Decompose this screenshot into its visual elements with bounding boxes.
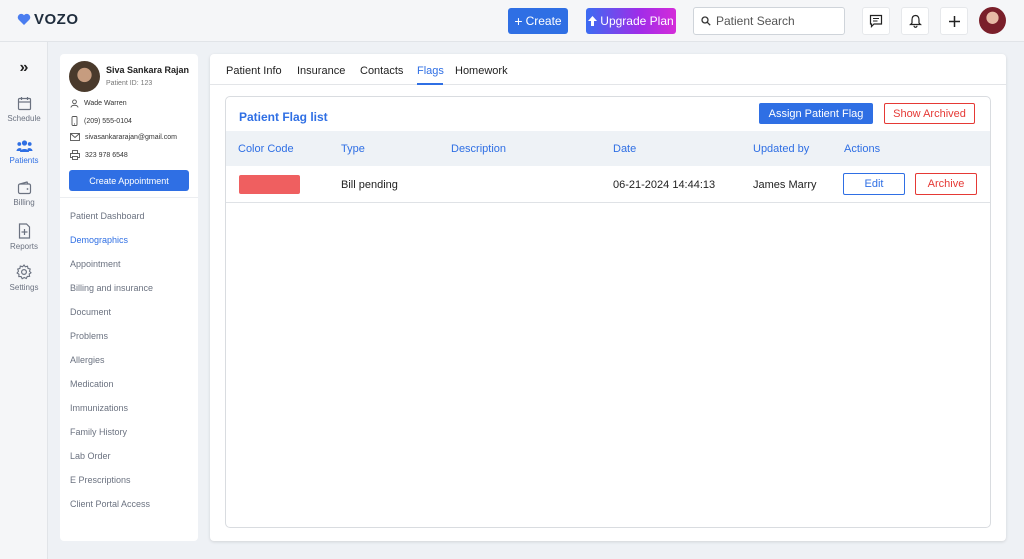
mail-icon [70,133,80,141]
patient-search-box[interactable] [693,7,845,35]
create-appointment-button[interactable]: Create Appointment [69,170,189,191]
app-logo[interactable]: VOZO [17,11,79,28]
patient-id: Patient ID: 123 [106,80,153,87]
plus-icon: + [514,13,523,29]
top-bar: VOZO + Create Upgrade Plan [0,0,1024,42]
flag-date: 06-21-2024 14:44:13 [613,179,716,191]
patient-flag-panel: Patient Flag list Assign Patient Flag Sh… [225,96,991,528]
patient-avatar [69,61,100,92]
plus-icon [948,15,960,27]
sidebar-item-document[interactable]: Document [70,307,111,317]
sidebar-item-billing-insurance[interactable]: Billing and insurance [70,283,153,293]
sidebar-item-problems[interactable]: Problems [70,331,108,341]
archive-flag-button[interactable]: Archive [915,173,977,195]
sidebar-item-client-portal-access[interactable]: Client Portal Access [70,499,150,509]
patient-fax: 323 978 6548 [70,150,128,160]
arrow-up-icon [588,16,598,26]
chat-icon [869,14,883,28]
icon-rail: » Schedule Patients Billing Reports Sett… [0,42,48,559]
messages-button[interactable] [862,7,890,35]
patient-name: Siva Sankara Rajan [106,65,190,75]
sidebar-item-e-prescriptions[interactable]: E Prescriptions [70,475,131,485]
active-tab-indicator [417,83,443,85]
panel-title: Patient Flag list [239,110,328,124]
column-header-updated-by: Updated by [753,143,810,155]
sidebar-item-family-history[interactable]: Family History [70,427,127,437]
tab-flags[interactable]: Flags [417,65,444,77]
patient-sidebar: Siva Sankara Rajan Patient ID: 123 Wade … [60,54,198,541]
users-icon [16,140,32,152]
sidebar-divider [60,197,198,198]
phone-icon [71,116,78,126]
flag-type: Bill pending [341,179,398,191]
edit-flag-button[interactable]: Edit [843,173,905,195]
printer-icon [70,150,80,160]
app-name: VOZO [34,11,79,28]
bell-icon [908,14,922,28]
sidebar-item-immunizations[interactable]: Immunizations [70,403,128,413]
flag-updated-by: James Marry [753,179,817,191]
patient-tabs: Patient Info Insurance Contacts Flags Ho… [210,54,1006,85]
patient-email: sivasankararajan@gmail.com [70,133,177,141]
column-header-type: Type [341,143,365,155]
show-archived-button[interactable]: Show Archived [884,103,975,124]
sidebar-item-demographics[interactable]: Demographics [70,235,128,245]
rail-item-reports[interactable]: Reports [0,223,48,251]
tab-insurance[interactable]: Insurance [297,65,345,77]
heart-logo-icon [17,13,31,25]
assign-patient-flag-button[interactable]: Assign Patient Flag [759,103,873,124]
tab-patient-info[interactable]: Patient Info [226,65,282,77]
calendar-icon [17,97,31,111]
rail-item-settings[interactable]: Settings [0,264,48,292]
patient-contact-name: Wade Warren [70,99,127,108]
create-button[interactable]: + Create [508,8,568,34]
quick-add-button[interactable] [940,7,968,35]
report-icon [18,223,30,239]
patient-phone: (209) 555-0104 [70,116,132,126]
table-header: Color Code Type Description Date Updated… [226,131,990,166]
rail-item-schedule[interactable]: Schedule [0,96,48,123]
user-avatar[interactable] [979,7,1006,34]
search-icon [701,16,711,26]
person-icon [70,99,79,108]
sidebar-item-medication[interactable]: Medication [70,379,114,389]
table-row: Bill pending 06-21-2024 14:44:13 James M… [226,166,990,203]
rail-item-patients[interactable]: Patients [0,139,48,165]
flag-color-swatch [239,175,300,194]
wallet-icon [17,181,31,195]
main-content: Patient Info Insurance Contacts Flags Ho… [210,54,1006,541]
column-header-description: Description [451,143,507,155]
column-header-actions: Actions [844,143,881,155]
gear-icon [16,264,32,280]
sidebar-item-lab-order[interactable]: Lab Order [70,451,111,461]
expand-sidebar-icon[interactable]: » [0,59,48,77]
column-header-date: Date [613,143,637,155]
sidebar-item-appointment[interactable]: Appointment [70,259,121,269]
tab-contacts[interactable]: Contacts [360,65,403,77]
upgrade-plan-button[interactable]: Upgrade Plan [586,8,676,34]
sidebar-item-patient-dashboard[interactable]: Patient Dashboard [70,211,145,221]
sidebar-item-allergies[interactable]: Allergies [70,355,105,365]
tab-homework[interactable]: Homework [455,65,508,77]
column-header-color-code: Color Code [238,143,294,155]
rail-item-billing[interactable]: Billing [0,181,48,207]
patient-search-input[interactable] [716,14,836,28]
notifications-button[interactable] [901,7,929,35]
